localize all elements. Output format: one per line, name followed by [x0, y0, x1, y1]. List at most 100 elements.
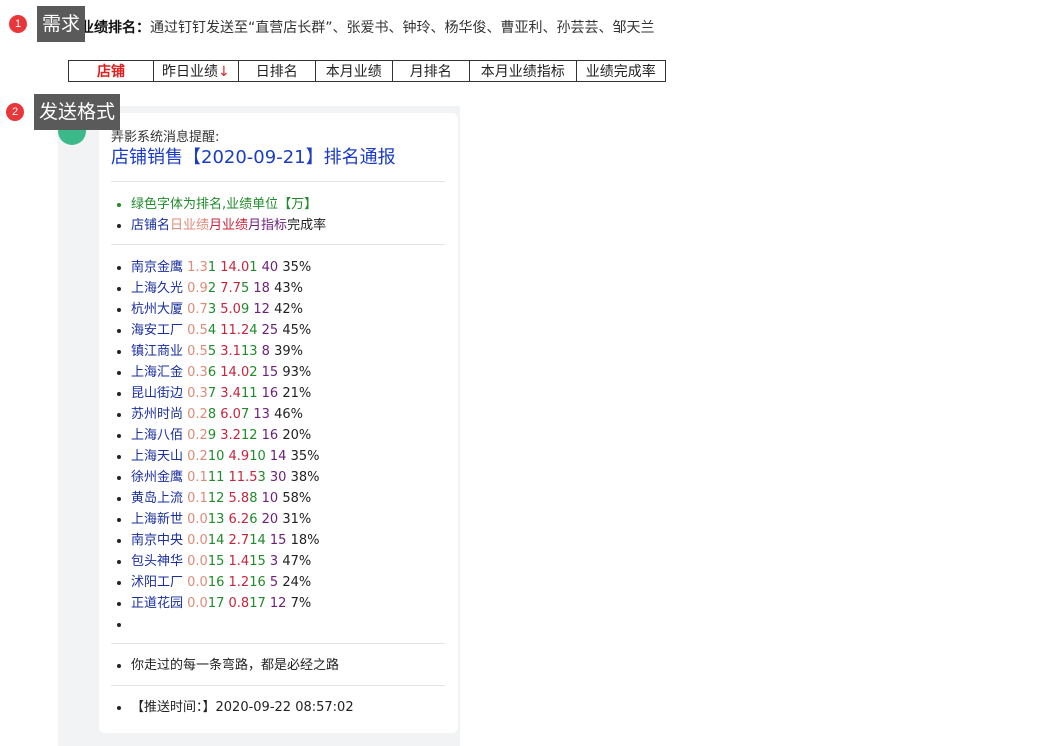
day-rank: 6 — [207, 365, 217, 380]
month-sales: 3.4 — [220, 386, 241, 401]
divider — [111, 643, 445, 644]
day-sales: 0.7 — [187, 302, 208, 317]
store-name: 徐州金鹰 — [131, 470, 184, 485]
month-sales: 4.9 — [228, 449, 250, 464]
store-name: 沭阳工厂 — [131, 575, 184, 590]
completion-rate: 31% — [282, 512, 312, 527]
completion-rate: 20% — [282, 428, 312, 443]
month-sales: 5.8 — [228, 491, 250, 506]
day-rank: 8 — [207, 407, 217, 422]
month-rank: 7 — [240, 407, 250, 422]
day-rank: 17 — [207, 596, 225, 611]
month-target: 15 — [261, 365, 279, 380]
completion-rate: 35% — [282, 260, 312, 275]
store-name: 海安工厂 — [131, 323, 184, 338]
month-rank: 11 — [240, 386, 258, 401]
ranking-row: 沭阳工厂 0.016 1.216 5 24% — [131, 572, 320, 593]
day-rank: 4 — [207, 323, 217, 338]
legend-day-sales: 日业绩 — [170, 218, 210, 233]
month-target: 20 — [261, 512, 279, 527]
day-rank: 2 — [207, 281, 217, 296]
completion-rate: 58% — [282, 491, 312, 506]
month-target: 14 — [269, 449, 287, 464]
day-rank: 16 — [207, 575, 225, 590]
day-rank: 11 — [207, 470, 225, 485]
month-target: 30 — [269, 470, 287, 485]
month-rank: 5 — [240, 281, 250, 296]
push-time-label: 【推送时间：】 — [131, 700, 216, 715]
day-sales: 0.2 — [187, 428, 208, 443]
month-sales: 14.0 — [220, 260, 250, 275]
completion-rate: 38% — [290, 470, 320, 485]
month-rank: 12 — [240, 428, 258, 443]
legend-fields: 店铺名日业绩月业绩月指标完成率 — [131, 215, 326, 236]
month-sales: 6.2 — [228, 512, 250, 527]
store-name: 南京金鹰 — [131, 260, 184, 275]
month-rank: 3 — [257, 470, 266, 485]
completion-rate: 93% — [282, 365, 312, 380]
col-month-sales: 本月业绩 — [314, 60, 393, 82]
divider — [111, 181, 445, 182]
month-target: 13 — [253, 407, 270, 422]
store-name: 上海天山 — [131, 449, 184, 464]
month-sales: 3.2 — [220, 428, 241, 443]
header-table: 店铺 昨日业绩↓ 日排名 本月业绩 月排名 本月业绩指标 业绩完成率 — [68, 60, 666, 82]
requirement-line: 业绩排名：通过钉钉发送至“直营店长群”、张爱书、钟玲、杨华俊、曹亚利、孙芸芸、邹… — [80, 17, 655, 37]
motto: 你走过的每一条弯路，都是必经之路 — [131, 655, 339, 676]
month-rank: 10 — [249, 449, 266, 464]
month-rank: 1 — [249, 260, 258, 275]
ranking-row: 昆山街边 0.37 3.411 16 21% — [131, 383, 320, 404]
annotation-number: 2 — [6, 103, 24, 121]
completion-rate: 42% — [274, 302, 303, 317]
divider — [111, 685, 445, 686]
divider — [111, 244, 445, 245]
month-rank: 17 — [249, 596, 266, 611]
store-name: 镇江商业 — [131, 344, 184, 359]
store-name: 包头神华 — [131, 554, 184, 569]
day-sales: 0.2 — [187, 449, 208, 464]
day-rank: 12 — [207, 491, 225, 506]
legend-note: 绿色字体为排名,业绩单位【万】 — [131, 194, 326, 215]
month-target: 18 — [253, 281, 270, 296]
store-name: 上海汇金 — [131, 365, 184, 380]
month-sales: 0.8 — [228, 596, 250, 611]
requirement-text: 通过钉钉发送至“直营店长群”、张爱书、钟玲、杨华俊、曹亚利、孙芸芸、邹天兰 — [150, 20, 655, 36]
day-sales: 0.5 — [187, 344, 208, 359]
legend-month-sales: 月业绩 — [209, 218, 249, 233]
day-rank: 9 — [207, 428, 217, 443]
month-target: 16 — [261, 428, 279, 443]
month-sales: 6.0 — [220, 407, 241, 422]
day-rank: 1 — [207, 260, 217, 275]
ranking-row: 上海八佰 0.29 3.212 16 20% — [131, 425, 320, 446]
store-name: 昆山街边 — [131, 386, 184, 401]
ranking-row: 镇江商业 0.55 3.113 8 39% — [131, 341, 320, 362]
ranking-row: 上海新世 0.013 6.26 20 31% — [131, 509, 320, 530]
day-sales: 0.0 — [187, 575, 208, 590]
message-title: 店铺销售【2020-09-21】排名通报 — [111, 147, 396, 168]
month-sales: 3.1 — [220, 344, 241, 359]
store-name: 杭州大厦 — [131, 302, 184, 317]
annotation-label: 发送格式 — [34, 94, 121, 130]
completion-rate: 47% — [282, 554, 312, 569]
ranking-row: 杭州大厦 0.73 5.09 12 42% — [131, 299, 320, 320]
push-time-line: 【推送时间：】2020-09-22 08:57:02 — [131, 697, 354, 718]
completion-rate: 45% — [282, 323, 312, 338]
message-card: 弄影系统消息提醒: 店铺销售【2020-09-21】排名通报 绿色字体为排名,业… — [99, 113, 458, 733]
day-rank: 13 — [207, 512, 225, 527]
ranking-row: 正道花园 0.017 0.817 12 7% — [131, 593, 320, 614]
completion-rate: 46% — [274, 407, 303, 422]
month-rank: 15 — [249, 554, 266, 569]
completion-rate: 39% — [274, 344, 303, 359]
legend-list: 绿色字体为排名,业绩单位【万】 店铺名日业绩月业绩月指标完成率 — [111, 194, 326, 236]
ranking-row: 上海久光 0.92 7.75 18 43% — [131, 278, 320, 299]
ranking-row: 包头神华 0.015 1.415 3 47% — [131, 551, 320, 572]
day-sales: 0.9 — [187, 281, 208, 296]
month-rank: 6 — [249, 512, 258, 527]
legend-completion: 完成率 — [287, 218, 327, 233]
day-sales: 1.3 — [187, 260, 208, 275]
day-rank: 10 — [207, 449, 225, 464]
annotation-marker-2: 2 发送格式 — [6, 94, 121, 130]
day-sales: 0.3 — [187, 365, 208, 380]
day-rank: 14 — [207, 533, 225, 548]
message-sender: 弄影系统消息提醒: — [111, 130, 220, 145]
